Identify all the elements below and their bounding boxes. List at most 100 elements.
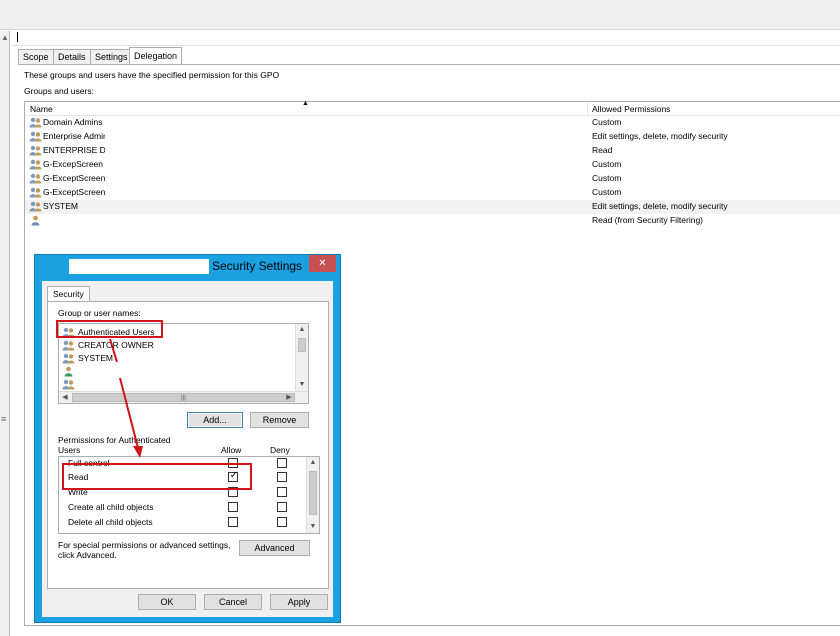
user-icon	[64, 366, 73, 377]
security-settings-dialog: Security Settings ✕ Security Group or us…	[34, 254, 341, 623]
column-header-permissions[interactable]: Allowed Permissions	[592, 104, 670, 114]
user-group-icon	[29, 159, 42, 170]
dialog-title: Security Settings	[212, 259, 303, 273]
row-name: G-ExcepScreen	[43, 159, 103, 169]
list-item[interactable]: G-ExcepScreen Custom	[25, 158, 840, 172]
row-name: Domain Admins	[43, 117, 103, 127]
column-separator[interactable]	[587, 102, 588, 116]
vertical-scrollbar[interactable]: ▲ ▼	[306, 457, 319, 533]
permission-name: Create all child objects	[68, 502, 154, 512]
row-permission: Custom	[592, 159, 622, 169]
deny-checkbox[interactable]	[277, 517, 287, 527]
add-button[interactable]: Add...	[187, 412, 243, 428]
user-name: CREATOR OWNER	[78, 340, 154, 350]
window-top-area	[0, 0, 840, 30]
remove-button[interactable]: Remove	[250, 412, 309, 428]
row-permission: Custom	[592, 187, 622, 197]
row-permission: Custom	[592, 117, 622, 127]
scroll-up-icon[interactable]: ▲	[296, 324, 308, 336]
row-name: SYSTEM	[43, 201, 78, 211]
redacted-title-box	[69, 259, 209, 274]
close-icon[interactable]: ✕	[309, 255, 336, 272]
deny-checkbox[interactable]	[277, 487, 287, 497]
special-line1: For special permissions or advanced sett…	[58, 540, 231, 550]
ok-button[interactable]: OK	[138, 594, 196, 610]
tab-security[interactable]: Security	[47, 286, 90, 302]
cancel-button[interactable]: Cancel	[204, 594, 262, 610]
row-name: Enterprise Admins	[43, 131, 105, 141]
user-group-icon	[29, 117, 42, 128]
list-item[interactable]: Read (from Security Filtering)	[25, 214, 840, 228]
permissions-for-label: Permissions for Authenticated Users	[58, 435, 170, 455]
user-name: SYSTEM	[78, 353, 113, 363]
deny-checkbox[interactable]	[277, 502, 287, 512]
scroll-thumb[interactable]	[298, 338, 306, 352]
vertical-scrollbar[interactable]: ▲ ▼	[295, 324, 308, 391]
splitter-grip-icon[interactable]: ≡	[1, 414, 6, 424]
tab-settings[interactable]: Settings	[90, 49, 133, 64]
allow-checkbox[interactable]	[228, 502, 238, 512]
row-permission: Read (from Security Filtering)	[592, 215, 704, 225]
horizontal-scrollbar[interactable]: ◀ ||| ▶	[59, 391, 308, 403]
user-group-icon	[62, 379, 75, 390]
row-permission: Read	[592, 145, 613, 155]
user-icon	[31, 215, 40, 226]
row-permission: Edit settings, delete, modify security	[592, 201, 728, 211]
user-group-icon	[29, 201, 42, 212]
apply-button[interactable]: Apply	[270, 594, 328, 610]
permission-name: Delete all child objects	[68, 517, 153, 527]
row-permission: Custom	[592, 173, 622, 183]
advanced-button[interactable]: Advanced	[239, 540, 310, 556]
tab-divider	[18, 64, 840, 65]
list-item[interactable]: ENTERPRISE DOMAIN CONTROLLERS Read	[25, 144, 840, 158]
column-header-name[interactable]: Name	[30, 104, 53, 114]
list-item[interactable]: Domain Admins Custom	[25, 116, 840, 130]
tab-delegation[interactable]: Delegation	[129, 47, 183, 65]
user-group-icon	[29, 145, 42, 156]
security-tab-panel: Group or user names: Authenticated Users…	[47, 301, 329, 589]
scroll-up-arrow-icon[interactable]: ▲	[1, 33, 9, 42]
user-group-icon	[29, 187, 42, 198]
list-item[interactable]: G-ExceptScreen Custom	[25, 186, 840, 200]
list-item[interactable]: Enterprise Admins Edit settings, delete,…	[25, 130, 840, 144]
highlight-authenticated-users	[56, 320, 163, 338]
user-group-icon	[29, 131, 42, 142]
delegation-description: These groups and users have the specifie…	[24, 70, 280, 80]
permission-row: Delete all child objects	[59, 515, 307, 529]
user-group-icon	[29, 173, 42, 184]
scroll-thumb[interactable]	[309, 471, 317, 515]
scroll-right-icon[interactable]: ▶	[283, 392, 295, 403]
groups-and-users-label: Groups and users:	[24, 86, 94, 96]
special-line2: click Advanced.	[58, 550, 117, 560]
user-group-icon	[62, 340, 75, 351]
allow-checkbox[interactable]	[228, 517, 238, 527]
scroll-down-icon[interactable]: ▼	[296, 379, 308, 391]
group-names-label: Group or user names:	[58, 308, 141, 318]
address-field[interactable]	[12, 31, 840, 46]
console-tree-pane[interactable]: ▲ ≡	[0, 31, 10, 636]
text-caret	[17, 32, 18, 42]
row-name: G-ExceptScreen	[43, 173, 105, 183]
row-name: G-ExceptScreen	[43, 187, 105, 197]
highlight-read-permission	[62, 463, 252, 490]
user-group-icon	[62, 353, 75, 364]
list-item[interactable]: G-ExceptScreen Custom	[25, 172, 840, 186]
scroll-down-icon[interactable]: ▼	[307, 521, 319, 533]
sort-ascending-icon: ▲	[302, 100, 309, 107]
deny-column-header: Deny	[270, 445, 290, 455]
tab-details[interactable]: Details	[53, 49, 91, 64]
allow-column-header: Allow	[221, 445, 242, 455]
deny-checkbox[interactable]	[277, 458, 287, 468]
permissions-for-line2: Users	[58, 445, 81, 455]
scroll-left-icon[interactable]: ◀	[59, 392, 71, 403]
tab-scope[interactable]: Scope	[18, 49, 54, 64]
row-permission: Edit settings, delete, modify security	[592, 131, 728, 141]
scroll-thumb-grip-icon[interactable]: |||	[72, 393, 295, 402]
list-item-selected[interactable]: SYSTEM Edit settings, delete, modify sec…	[25, 200, 840, 214]
list-header: Name ▲ Allowed Permissions	[25, 100, 840, 116]
special-permissions-text: For special permissions or advanced sett…	[58, 540, 230, 560]
scroll-up-icon[interactable]: ▲	[307, 457, 319, 469]
permissions-for-line1: Permissions for Authenticated	[58, 435, 171, 445]
permission-row: Create all child objects	[59, 500, 307, 514]
deny-checkbox[interactable]	[277, 472, 287, 482]
